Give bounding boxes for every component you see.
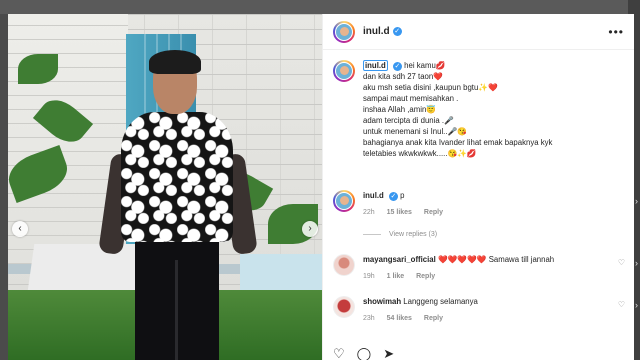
caption-line: aku msh setia disini ,kaupun bgtu✨❤️ [363,83,498,92]
comment-text: ❤️❤️❤️❤️❤️ Samawa till jannah [437,255,555,264]
caption-line: inshaa Allah ,amin😇 [363,105,436,114]
view-replies-line [363,234,381,235]
caption-username[interactable]: inul.d [363,60,388,71]
post-caption: inul.d ✓ hei kamu💋 dan kita sdh 27 taon❤… [323,50,634,159]
comment-likes[interactable]: 1 like [387,273,405,280]
reply-button[interactable]: Reply [424,315,443,322]
commenter-avatar[interactable] [333,296,355,318]
comment-time: 22h [363,209,375,216]
background-strip [0,0,640,14]
like-icon[interactable]: ♡ [333,346,345,360]
floral-shirt [121,112,233,242]
view-replies-label[interactable]: View replies (3) [389,231,437,238]
comment-body: mayangsari_official ❤️❤️❤️❤️❤️ Samawa ti… [363,254,554,282]
prev-photo-button[interactable]: ‹ [12,221,28,237]
comment-text: p [400,191,405,200]
share-icon[interactable]: ➤ [383,346,394,360]
person [98,50,258,360]
caption-text: inul.d ✓ hei kamu💋 dan kita sdh 27 taon❤… [363,60,552,159]
comment-username[interactable]: showimah [363,297,401,306]
author-avatar[interactable] [333,20,355,43]
view-replies[interactable]: View replies (3) [363,231,437,238]
verified-icon: ✓ [392,62,402,71]
more-options-icon[interactable]: ••• [608,25,624,39]
comment-username[interactable]: mayangsari_official [363,255,436,264]
comments-panel: inul.d ✓ ••• inul.d ✓ hei kamu💋 dan kita… [322,14,634,360]
comment-meta: 23h 54 likes Reply [363,313,478,324]
caption-line: bahagianya anak kita Ivander lihat emak … [363,138,553,147]
comment-body: inul.d ✓ p 22h 15 likes Reply [363,190,453,218]
caption-line: untuk menemani si Inul..🎤😘 [363,127,467,136]
reply-button[interactable]: Reply [416,273,435,280]
comment-time: 23h [363,315,375,322]
post-header: inul.d ✓ ••• [323,14,634,50]
comment-text: Langgeng selamanya [403,297,478,306]
next-post-arrow-icon[interactable]: › [635,258,638,268]
comment-item: inul.d ✓ p 22h 15 likes Reply [333,190,625,218]
verified-icon: ✓ [388,192,398,201]
comment-body: showimah Langgeng selamanya 23h 54 likes… [363,296,478,324]
comment-meta: 22h 15 likes Reply [363,207,453,218]
post-actions: ♡ ◯ ➤ [333,346,394,360]
caption-line: teletabies wkwkwkwk.....😘✨💋 [363,149,477,158]
caption-line: dan kita sdh 27 taon❤️ [363,72,443,81]
comment-icon[interactable]: ◯ [357,346,372,360]
commenter-avatar[interactable] [333,190,355,212]
caption-line: hei kamu💋 [404,61,446,70]
caption-line: adam tercipta di dunia .🎤 [363,116,454,125]
comment-item: showimah Langgeng selamanya 23h 54 likes… [333,296,625,324]
reply-button[interactable]: Reply [424,209,443,216]
post-modal: ‹ › inul.d ✓ ••• inul.d ✓ hei kamu💋 dan … [8,14,634,360]
comment-item: mayangsari_official ❤️❤️❤️❤️❤️ Samawa ti… [333,254,625,282]
comment-likes[interactable]: 54 likes [387,315,412,322]
next-post-arrow-icon[interactable]: › [635,300,638,310]
author-avatar[interactable] [333,60,355,82]
comment-time: 19h [363,273,375,280]
pants [135,240,219,360]
caption-line: sampai maut memisahkan . [363,94,459,103]
verified-icon: ✓ [392,27,402,36]
next-photo-button[interactable]: › [302,221,318,237]
next-post-arrow-icon[interactable]: › [635,196,638,206]
like-comment-icon[interactable]: ♡ [618,258,625,267]
comment-meta: 19h 1 like Reply [363,271,554,282]
comment-likes[interactable]: 15 likes [387,209,412,216]
comment-username[interactable]: inul.d [363,191,384,200]
hair [149,50,201,74]
commenter-avatar[interactable] [333,254,355,276]
author-username[interactable]: inul.d [363,26,390,37]
plant-leaf [18,54,58,84]
like-comment-icon[interactable]: ♡ [618,300,625,309]
post-photo[interactable]: ‹ › [8,14,322,360]
